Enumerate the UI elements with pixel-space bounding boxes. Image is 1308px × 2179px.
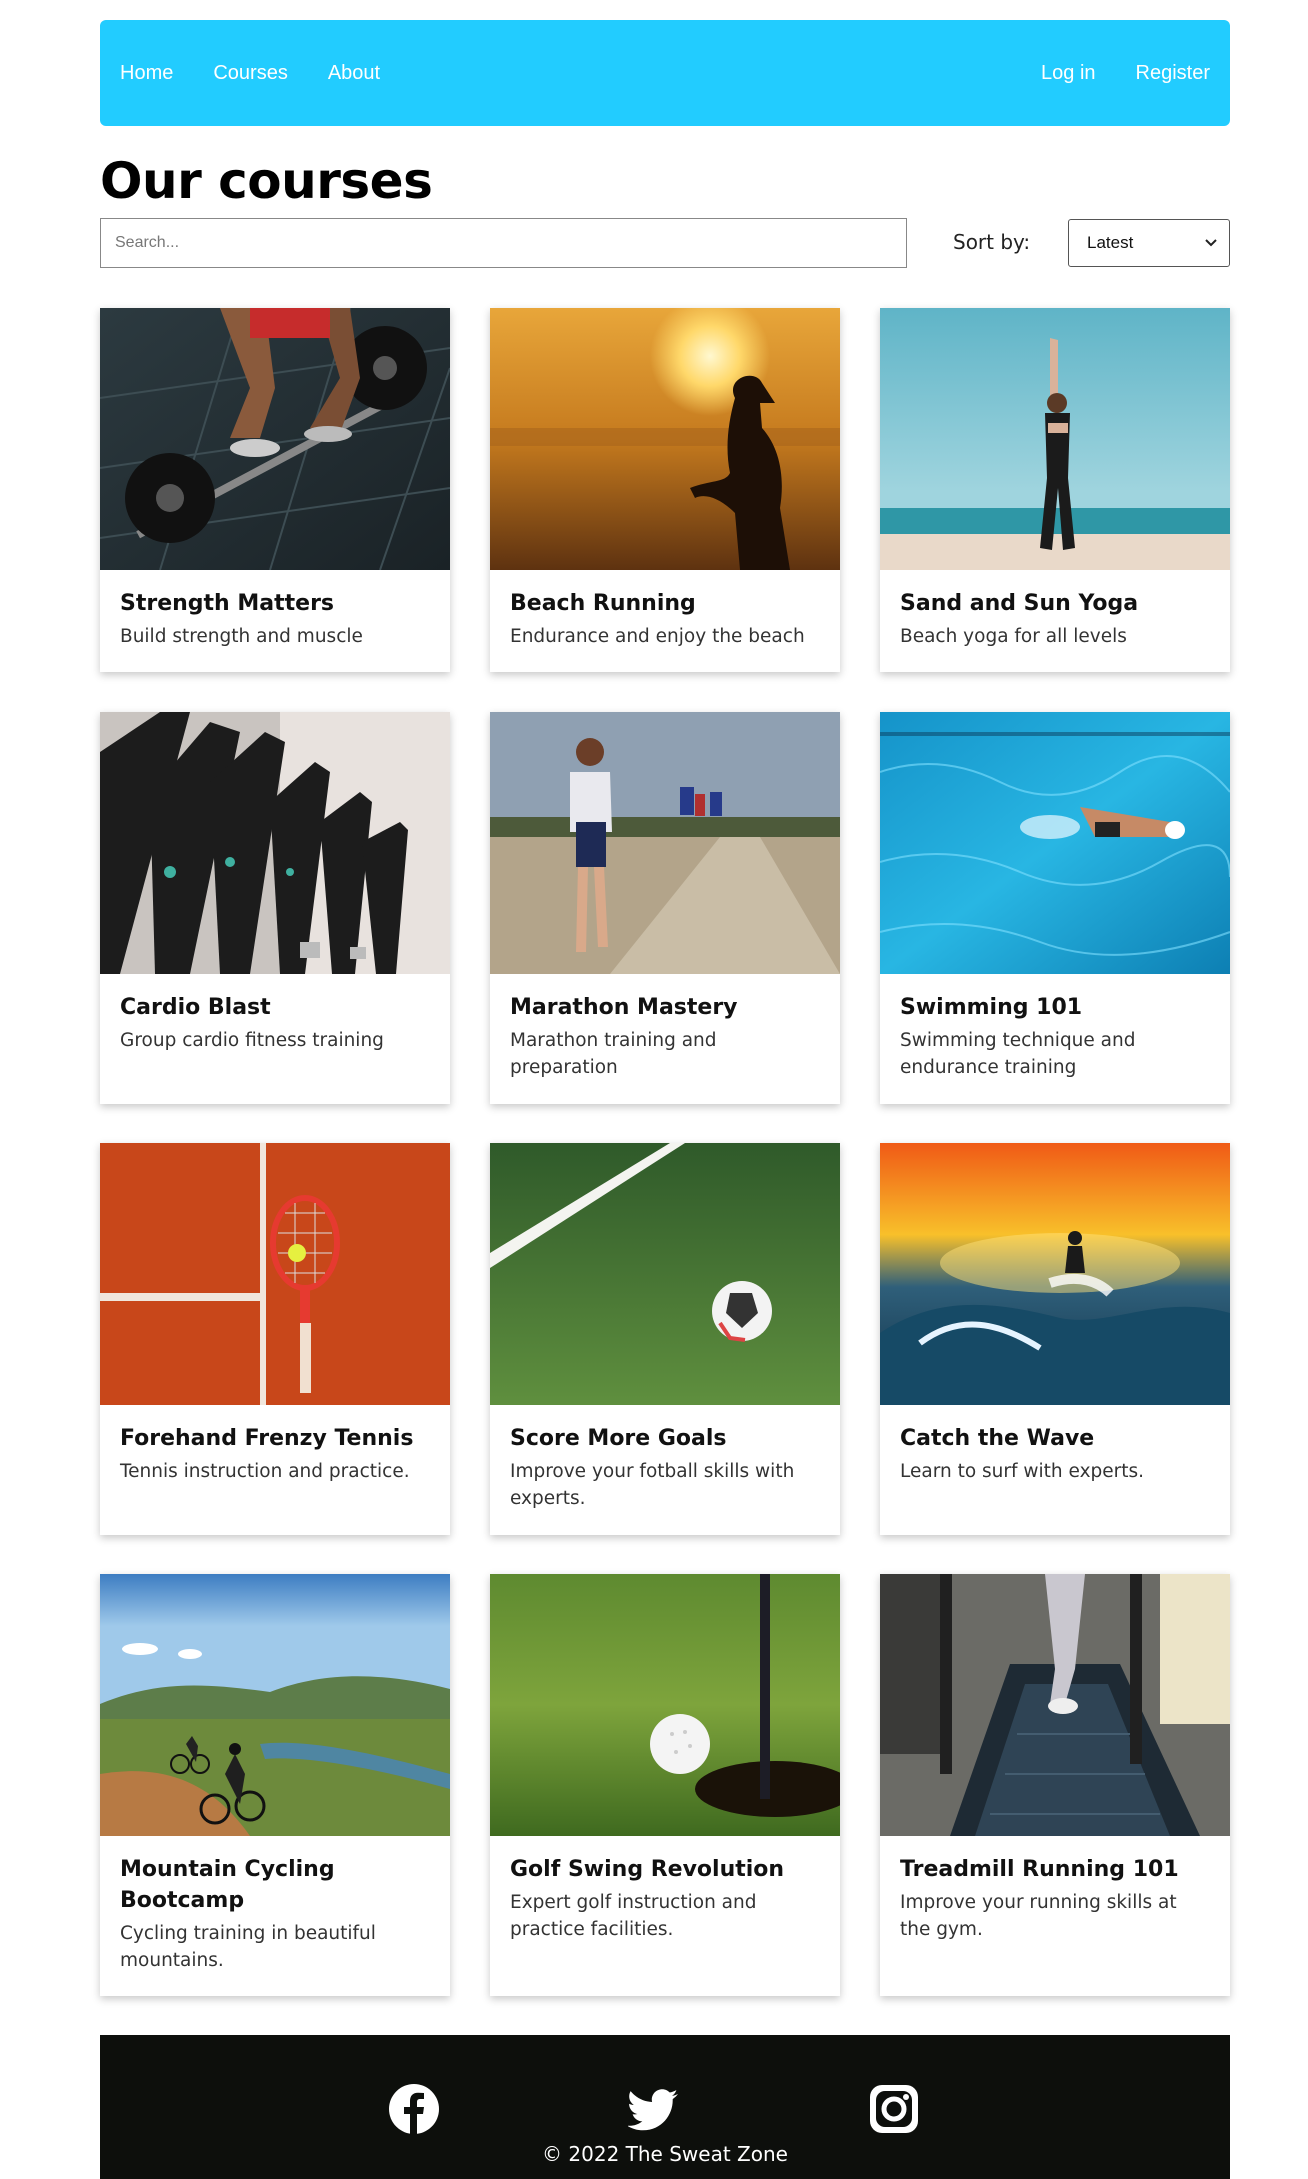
course-card[interactable]: Beach Running Endurance and enjoy the be… <box>490 308 840 672</box>
course-description: Tennis instruction and practice. <box>120 1461 410 1482</box>
course-card[interactable]: Mountain Cycling Bootcamp Cycling traini… <box>100 1574 450 1996</box>
course-title: Catch the Wave <box>900 1426 1095 1451</box>
course-card[interactable]: Marathon Mastery Marathon training and p… <box>490 712 840 1104</box>
site-footer: © 2022 The Sweat Zone <box>100 2035 1230 2179</box>
sort-selected-value: Latest <box>1087 233 1134 252</box>
copyright-text: © 2022 The Sweat Zone <box>542 2142 788 2166</box>
social-icons <box>100 2083 1230 2139</box>
course-description: Improve your running skills at the gym. <box>900 1892 1177 1940</box>
course-description: Cycling training in beautiful mountains. <box>120 1923 376 1971</box>
course-image-yoga <box>880 308 1230 570</box>
course-card[interactable]: Treadmill Running 101 Improve your runni… <box>880 1574 1230 1996</box>
course-card[interactable]: Strength Matters Build strength and musc… <box>100 308 450 672</box>
course-image-golf <box>490 1574 840 1836</box>
course-image-tennis <box>100 1143 450 1405</box>
course-title: Swimming 101 <box>900 995 1083 1020</box>
course-title: Score More Goals <box>510 1426 727 1451</box>
course-card[interactable]: Score More Goals Improve your fotball sk… <box>490 1143 840 1535</box>
course-description: Swimming technique and endurance trainin… <box>900 1030 1136 1078</box>
search-input[interactable] <box>100 218 907 268</box>
course-card[interactable]: Forehand Frenzy Tennis Tennis instructio… <box>100 1143 450 1535</box>
sort-select[interactable]: Latest <box>1068 219 1230 267</box>
nav-link-home[interactable]: Home <box>120 62 173 85</box>
course-description: Build strength and muscle <box>120 626 363 647</box>
course-description: Endurance and enjoy the beach <box>510 626 805 647</box>
course-description: Group cardio fitness training <box>120 1030 384 1051</box>
nav-link-about[interactable]: About <box>328 62 380 85</box>
course-title: Golf Swing Revolution <box>510 1857 785 1882</box>
course-image-surf <box>880 1143 1230 1405</box>
page-title: Our courses <box>100 152 433 210</box>
course-card[interactable]: Sand and Sun Yoga Beach yoga for all lev… <box>880 308 1230 672</box>
course-description: Improve your fotball skills with experts… <box>510 1461 795 1509</box>
nav-left: Home Courses About <box>120 62 380 85</box>
course-description: Beach yoga for all levels <box>900 626 1127 647</box>
nav-link-register[interactable]: Register <box>1136 62 1210 85</box>
course-card[interactable]: Golf Swing Revolution Expert golf instru… <box>490 1574 840 1996</box>
course-title: Strength Matters <box>120 591 335 616</box>
instagram-icon[interactable] <box>868 2083 920 2135</box>
facebook-icon[interactable] <box>388 2083 440 2135</box>
chevron-down-icon <box>1205 234 1217 252</box>
course-image-beach-running <box>490 308 840 570</box>
course-image-treadmill <box>880 1574 1230 1836</box>
course-image-marathon <box>490 712 840 974</box>
nav-link-login[interactable]: Log in <box>1041 62 1096 85</box>
course-description: Marathon training and preparation <box>510 1030 717 1078</box>
course-title: Mountain Cycling Bootcamp <box>120 1857 335 1913</box>
course-description: Learn to surf with experts. <box>900 1461 1145 1482</box>
course-card[interactable]: Catch the Wave Learn to surf with expert… <box>880 1143 1230 1535</box>
course-image-soccer <box>490 1143 840 1405</box>
course-image-cycling <box>100 1574 450 1836</box>
course-title: Sand and Sun Yoga <box>900 591 1139 616</box>
course-title: Cardio Blast <box>120 995 271 1020</box>
course-title: Forehand Frenzy Tennis <box>120 1426 414 1451</box>
top-navbar: Home Courses About Log in Register <box>100 20 1230 126</box>
course-title: Beach Running <box>510 591 696 616</box>
course-card[interactable]: Cardio Blast Group cardio fitness traini… <box>100 712 450 1104</box>
course-image-strength <box>100 308 450 570</box>
course-description: Expert golf instruction and practice fac… <box>510 1892 757 1940</box>
course-card[interactable]: Swimming 101 Swimming technique and endu… <box>880 712 1230 1104</box>
sort-label: Sort by: <box>953 230 1031 254</box>
course-image-swimming <box>880 712 1230 974</box>
nav-right: Log in Register <box>1041 62 1210 85</box>
course-image-cardio <box>100 712 450 974</box>
course-title: Marathon Mastery <box>510 995 738 1020</box>
course-title: Treadmill Running 101 <box>900 1857 1179 1882</box>
twitter-icon[interactable] <box>627 2083 680 2135</box>
nav-link-courses[interactable]: Courses <box>213 62 287 85</box>
